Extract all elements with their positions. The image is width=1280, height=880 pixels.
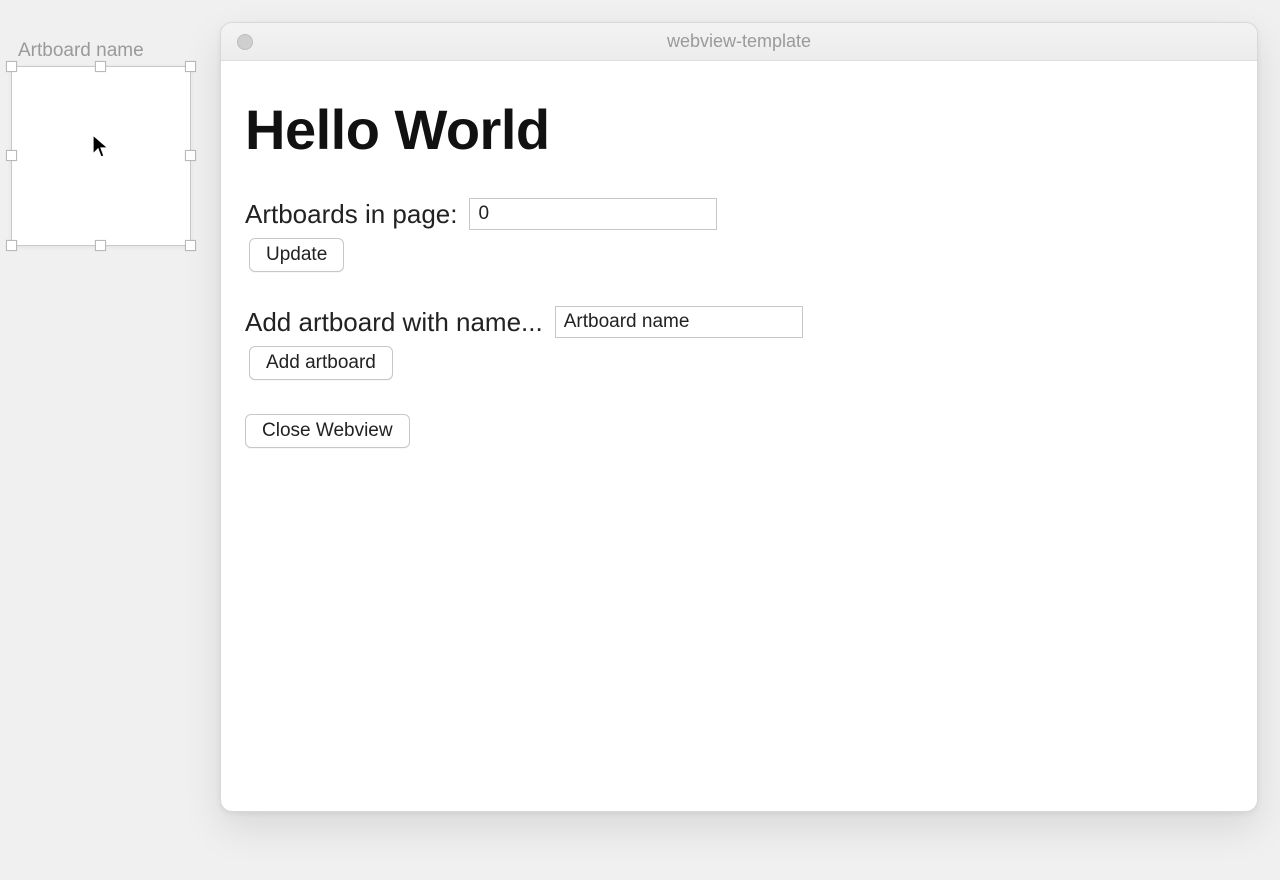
resize-handle-top-left[interactable] (6, 61, 17, 72)
artboard-count-section: Artboards in page: Update (245, 198, 1233, 272)
design-canvas[interactable]: Artboard name webview-template Hello Wor… (0, 0, 1280, 880)
window-close-button[interactable] (237, 34, 253, 50)
resize-handle-bottom-left[interactable] (6, 240, 17, 251)
artboards-count-input[interactable] (469, 198, 717, 230)
webview-body: Hello World Artboards in page: Update Ad… (221, 61, 1257, 506)
add-artboard-button[interactable]: Add artboard (249, 346, 393, 380)
close-section: Close Webview (245, 414, 1233, 448)
artboard-name-label: Artboard name (18, 40, 144, 62)
webview-window: webview-template Hello World Artboards i… (220, 22, 1258, 812)
close-webview-button[interactable]: Close Webview (245, 414, 410, 448)
artboard-name-input[interactable] (555, 306, 803, 338)
resize-handle-bottom-middle[interactable] (95, 240, 106, 251)
resize-handle-top-middle[interactable] (95, 61, 106, 72)
window-title: webview-template (667, 31, 811, 52)
window-titlebar[interactable]: webview-template (221, 23, 1257, 61)
page-heading: Hello World (245, 97, 1233, 162)
update-button[interactable]: Update (249, 238, 344, 272)
resize-handle-top-right[interactable] (185, 61, 196, 72)
resize-handle-middle-left[interactable] (6, 150, 17, 161)
resize-handle-bottom-right[interactable] (185, 240, 196, 251)
add-artboard-section: Add artboard with name... Add artboard (245, 306, 1233, 380)
add-artboard-prompt: Add artboard with name... (245, 307, 543, 338)
resize-handle-middle-right[interactable] (185, 150, 196, 161)
artboards-count-label: Artboards in page: (245, 199, 457, 230)
artboard[interactable] (11, 66, 191, 246)
